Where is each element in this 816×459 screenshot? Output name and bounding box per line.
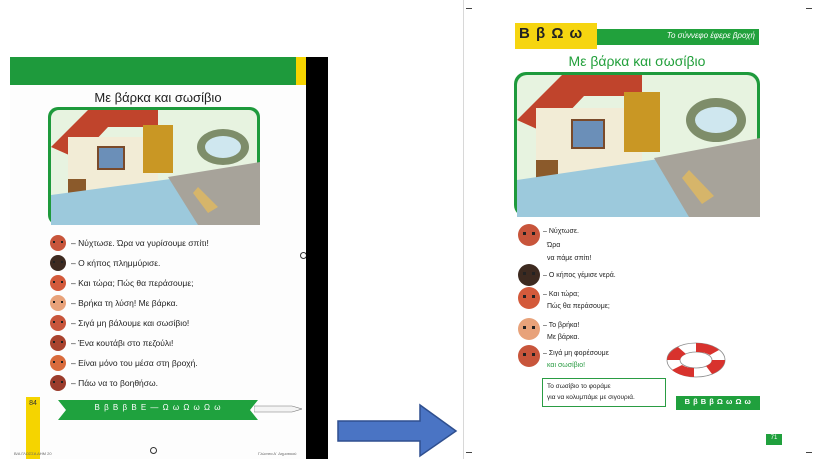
page-edge bbox=[463, 0, 464, 459]
right-arrow-icon bbox=[337, 403, 458, 458]
dialogue-line: – Είναι μόνο του μέσα στη βροχή. bbox=[50, 353, 198, 373]
dialogue-line: – Ένα κουτάβι στο πεζούλι! bbox=[50, 333, 173, 353]
dialogue-text: – Βρήκα τη λύση! Με βάρκα. bbox=[71, 298, 178, 308]
crop-mark bbox=[466, 8, 472, 9]
pencil-icon bbox=[254, 405, 302, 413]
registration-mark-icon bbox=[150, 447, 157, 454]
dialogue-line: – Βρήκα τη λύση! Με βάρκα. bbox=[50, 293, 178, 313]
dialogue-text: – Ένα κουτάβι στο πεζούλι! bbox=[71, 338, 174, 348]
page-number: 71 bbox=[770, 435, 778, 441]
crop-mark bbox=[806, 452, 812, 453]
dialogue-text: – Το βρήκα! bbox=[543, 322, 580, 329]
letters-banner-text: Β β Β β Ω ω Ω ω bbox=[684, 397, 752, 406]
chapter-title: Το σύννεφο έφερε βροχή bbox=[666, 31, 755, 40]
dialogue-line: – Σιγά μη βάλουμε και σωσίβιο! bbox=[50, 313, 189, 333]
dialogue-text: Πώς θα περάσουμε; bbox=[547, 303, 610, 310]
child-face-icon bbox=[50, 355, 66, 371]
dialogue-line: – Και τώρα; Πώς θα περάσουμε; bbox=[50, 273, 193, 293]
child-face-icon bbox=[518, 224, 540, 246]
dialogue-text: – Σιγά μη φορέσουμε bbox=[543, 350, 609, 357]
lesson-title: Με βάρκα και σωσίβιο bbox=[568, 53, 706, 69]
dialogue-text: – Ο κήπος γέμισε νερά. bbox=[543, 272, 616, 279]
dialogue-line: – Νύχτωσε. Ώρα να γυρίσουμε σπίτι! bbox=[50, 233, 209, 253]
info-text: Το σωσίβιο το φοράμε bbox=[547, 383, 611, 390]
dialogue-text-highlighted: και σωσίβιο! bbox=[547, 362, 586, 369]
header-green-band bbox=[10, 57, 296, 85]
print-footer-right: Γλώσσα Α΄ Δημοτικού bbox=[258, 451, 297, 456]
crop-mark bbox=[806, 8, 812, 9]
letters-heading: Β β Ω ω bbox=[519, 25, 584, 42]
old-textbook-page: Με βάρκα και σωσίβιο – Νύχτωσε. Ώρα να γ… bbox=[10, 57, 306, 459]
dialogue-text: – Και τώρα; Πώς θα περάσουμε; bbox=[71, 278, 194, 288]
flooded-house-illustration bbox=[514, 72, 760, 217]
dialogue-text: – Νύχτωσε. Ώρα να γυρίσουμε σπίτι! bbox=[71, 238, 209, 248]
dialogue-text: – Και τώρα; bbox=[543, 291, 580, 298]
dialogue-text: – Πάω να το βοηθήσω. bbox=[71, 378, 159, 388]
dialogue-text: Με βάρκα. bbox=[547, 334, 580, 341]
header-yellow-tab bbox=[296, 57, 306, 85]
dialogue-text: Ώρα bbox=[547, 242, 561, 249]
child-face-icon bbox=[518, 287, 540, 309]
dialogue-text: να πάμε σπίτι! bbox=[547, 255, 592, 262]
flooded-house-illustration bbox=[48, 107, 260, 225]
dialogue-line: – Ο κήπος πλημμύρισε. bbox=[50, 253, 160, 273]
dialogue-text: – Νύχτωσε. bbox=[543, 228, 579, 235]
info-text: για να κολυμπάμε με σιγουριά. bbox=[547, 394, 635, 401]
child-face-icon bbox=[50, 335, 66, 351]
child-face-icon bbox=[50, 275, 66, 291]
child-face-icon bbox=[50, 255, 66, 271]
page-number: 84 bbox=[29, 400, 37, 407]
child-face-icon bbox=[50, 315, 66, 331]
child-face-icon bbox=[50, 375, 66, 391]
child-face-icon bbox=[518, 318, 540, 340]
child-face-icon bbox=[50, 295, 66, 311]
letters-banner-text: Β β Β β Β Ε — Ω ω Ω ω Ω ω bbox=[94, 403, 222, 412]
scan-edge-shadow bbox=[306, 57, 328, 459]
print-footer-left: Β/Α ΓΛΩΣΣΑ ΔΗΜ 20 bbox=[14, 451, 52, 456]
child-face-icon bbox=[518, 264, 540, 286]
info-box: Το σωσίβιο το φοράμε για να κολυμπάμε με… bbox=[542, 378, 666, 407]
lesson-title: Με βάρκα και σωσίβιο bbox=[94, 90, 222, 105]
crop-mark bbox=[466, 452, 472, 453]
dialogue-text: – Είναι μόνο του μέσα στη βροχή. bbox=[71, 358, 198, 368]
child-face-icon bbox=[50, 235, 66, 251]
child-face-icon bbox=[518, 345, 540, 367]
dialogue-line: – Πάω να το βοηθήσω. bbox=[50, 373, 158, 393]
dialogue-text: – Σιγά μη βάλουμε και σωσίβιο! bbox=[71, 318, 190, 328]
dialogue-text: – Ο κήπος πλημμύρισε. bbox=[71, 258, 161, 268]
life-ring-icon bbox=[666, 342, 726, 378]
